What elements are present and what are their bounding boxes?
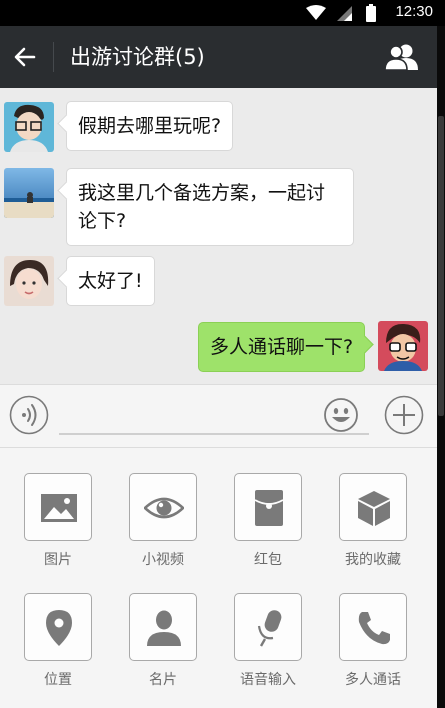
group-call-tile-box[interactable]: [339, 593, 407, 661]
panel-item-label: 小视频: [142, 552, 184, 568]
panel-item-label: 位置: [44, 672, 72, 688]
message-bubble-self[interactable]: 多人通话聊一下?: [198, 322, 366, 372]
panel-item-label: 红包: [254, 552, 282, 568]
header-divider: [53, 42, 54, 72]
message-bubble[interactable]: 我这里几个备选方案，一起讨 论下?: [66, 168, 354, 246]
my-avatar[interactable]: [378, 321, 428, 371]
contact-card-tile-box[interactable]: [129, 593, 197, 661]
message-text: 假期去哪里玩呢?: [78, 115, 222, 137]
status-time: 12:30: [395, 3, 433, 20]
voice-mode-icon[interactable]: [9, 395, 49, 435]
chat-message-list: 假期去哪里玩呢? 我这里几个备选方案，一起讨 论下? 太好了! 多人通话聊一下?: [0, 88, 437, 384]
chat-header: 出游讨论群(5): [0, 26, 437, 88]
voice-input-tile-box[interactable]: [234, 593, 302, 661]
panel-item-label: 名片: [149, 672, 177, 688]
page-title: 出游讨论群(5): [70, 45, 205, 69]
panel-item-label: 我的收藏: [345, 552, 401, 568]
eye-icon: [144, 497, 184, 519]
person-card-icon: [147, 610, 181, 646]
video-tile-box[interactable]: [129, 473, 197, 541]
favorites-tile-box[interactable]: [339, 473, 407, 541]
wifi-icon: [306, 5, 326, 25]
scrollbar-thumb[interactable]: [438, 116, 444, 416]
message-text-line: 我这里几个备选方案，一起讨: [78, 182, 326, 204]
message-bubble[interactable]: 假期去哪里玩呢?: [66, 101, 234, 151]
panel-item-label: 多人通话: [345, 672, 401, 688]
red-packet-icon: [254, 490, 284, 526]
panel-item-label: 语音输入: [240, 672, 296, 688]
status-bar: 12:30: [0, 0, 445, 26]
image-icon: [41, 494, 77, 522]
message-input-bar: [0, 384, 437, 448]
back-arrow-icon[interactable]: [12, 44, 38, 70]
avatar[interactable]: [4, 256, 54, 306]
message-text: 多人通话聊一下?: [210, 336, 354, 358]
phone-icon: [358, 612, 390, 645]
red-packet-tile-box[interactable]: [234, 473, 302, 541]
panel-item-label: 图片: [44, 552, 72, 568]
message-text: 太好了!: [78, 270, 143, 292]
image-tile-box[interactable]: [24, 473, 92, 541]
cube-icon: [358, 491, 390, 526]
group-members-icon[interactable]: [384, 43, 420, 71]
battery-icon: [366, 4, 376, 26]
avatar[interactable]: [4, 102, 54, 152]
message-input[interactable]: [59, 433, 369, 435]
message-text-line: 论下?: [78, 210, 127, 232]
location-pin-icon: [46, 610, 72, 646]
more-functions-icon[interactable]: [384, 395, 424, 435]
microphone-icon: [257, 610, 282, 647]
message-bubble[interactable]: 太好了!: [66, 256, 155, 306]
signal-icon: [336, 5, 352, 25]
avatar[interactable]: [4, 168, 54, 218]
function-panel: 图片 小视频 红包 我的收藏 位置 名片 语音输入 多人通话: [0, 448, 437, 708]
location-tile-box[interactable]: [24, 593, 92, 661]
scrollbar[interactable]: [437, 26, 445, 708]
emoji-icon[interactable]: [323, 397, 359, 433]
